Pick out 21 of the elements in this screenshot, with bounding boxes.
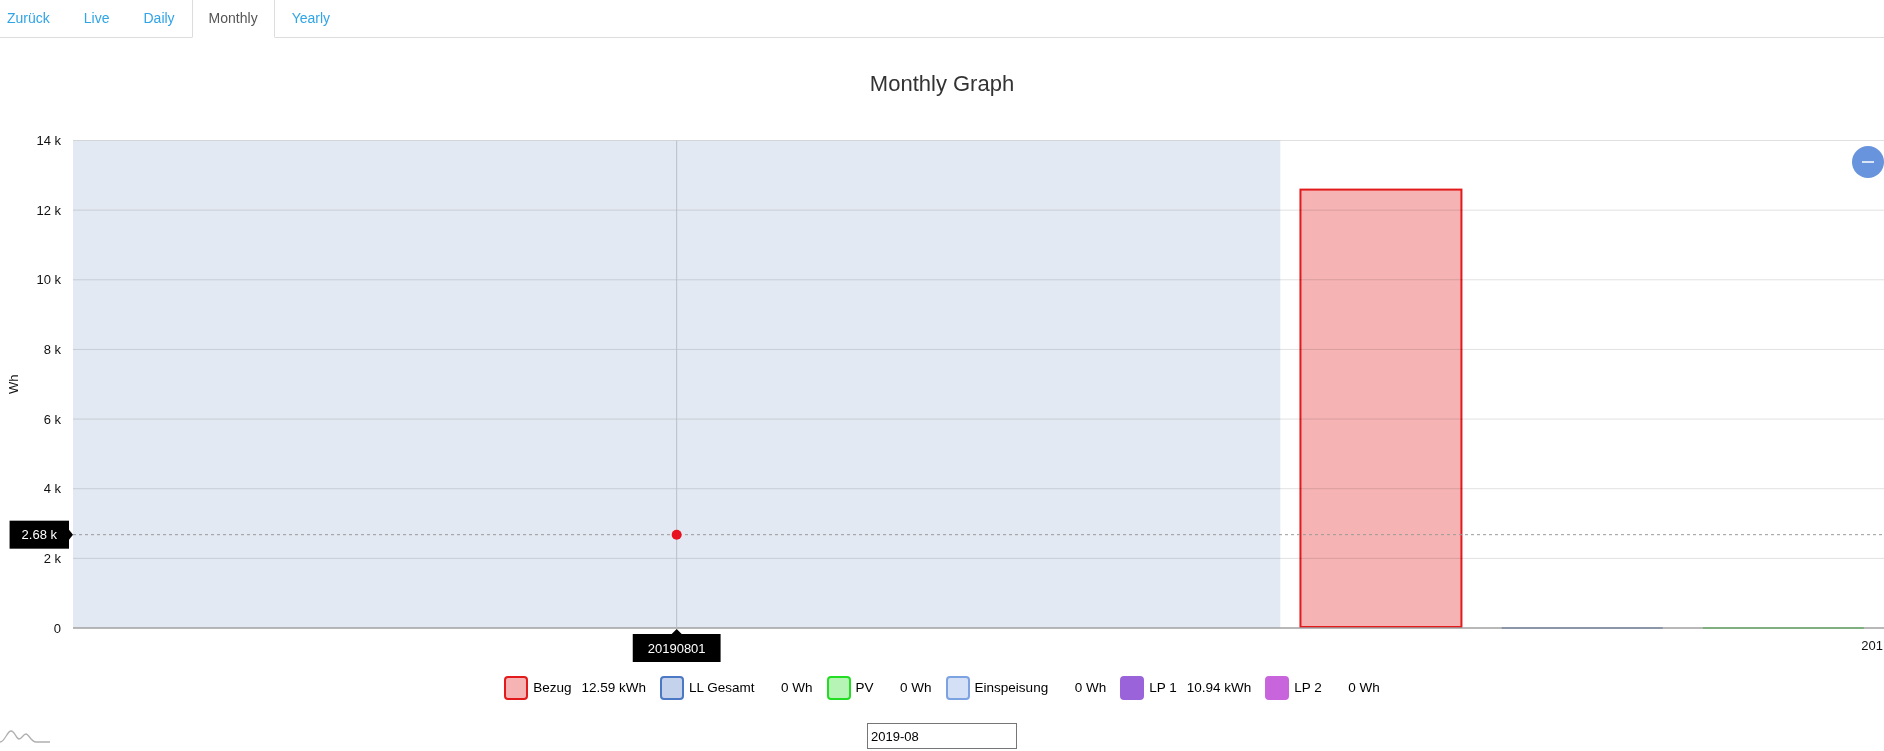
y-tick-label: 6 k bbox=[43, 411, 61, 427]
x-tick-label: 201 bbox=[1861, 638, 1883, 653]
value-tooltip: 2.68 k bbox=[9, 520, 73, 549]
legend-value: 0 Wh bbox=[1347, 678, 1380, 697]
y-tick-label: 2 k bbox=[43, 550, 61, 566]
y-tick-label: 10 k bbox=[36, 272, 61, 288]
ref-line-label: 2.68 k bbox=[21, 527, 58, 543]
legend-value: 12.59 kWh bbox=[580, 678, 647, 697]
legend-value: 10.94 kWh bbox=[1185, 678, 1252, 697]
x-tick-label: 20190801 bbox=[647, 640, 706, 656]
chart-title: Monthly Graph bbox=[868, 70, 1016, 98]
legend-value: 0 Wh bbox=[780, 678, 813, 697]
category-tooltip: 20190801 bbox=[632, 629, 721, 662]
legend-value: 0 Wh bbox=[1073, 678, 1107, 697]
y-tick-label: 0 bbox=[53, 620, 61, 636]
y-axis-title: Wh bbox=[6, 374, 21, 394]
y-tick-label: 12 k bbox=[36, 202, 61, 218]
y-tick-label: 4 k bbox=[43, 481, 61, 497]
y-tick-label: 14 k bbox=[36, 133, 61, 148]
y-tick-label: 8 k bbox=[43, 341, 61, 357]
legend-value: 0 Wh bbox=[899, 678, 932, 697]
